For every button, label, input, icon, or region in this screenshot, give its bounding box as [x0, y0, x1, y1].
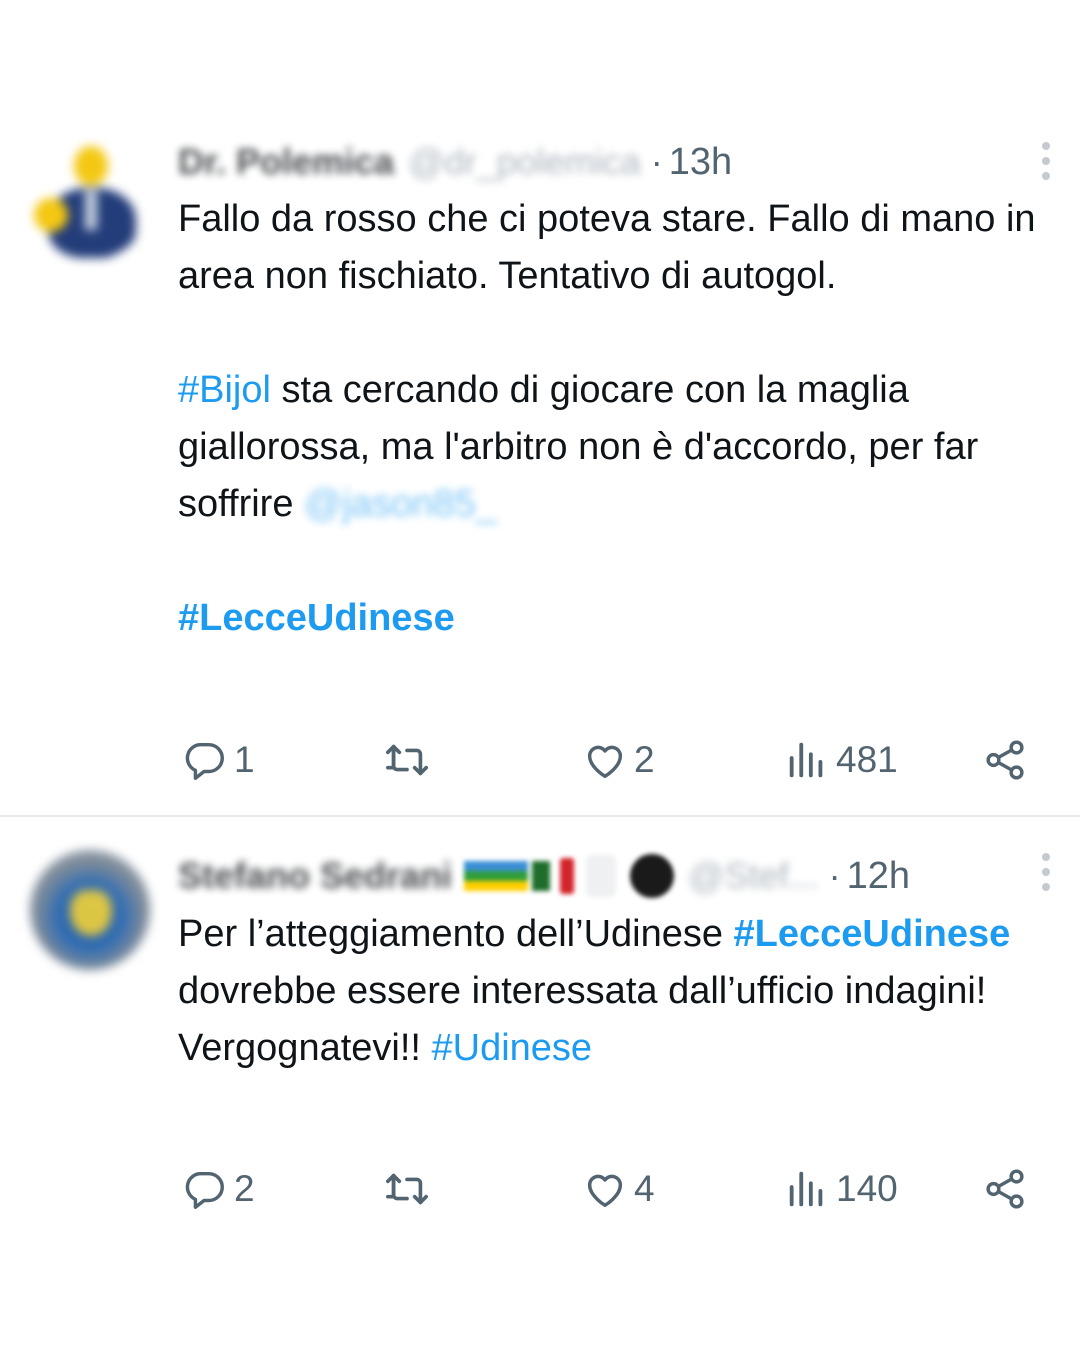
repost-icon	[386, 1173, 428, 1205]
like-icon	[587, 745, 623, 779]
hashtag-link[interactable]: #Udinese	[432, 1027, 593, 1069]
share-button[interactable]	[982, 732, 1028, 788]
avatar[interactable]	[30, 850, 150, 970]
reply-count: 2	[234, 1168, 255, 1209]
separator-dot: ·	[650, 141, 663, 182]
mention-link[interactable]: @jason85_	[304, 483, 497, 525]
like-icon	[587, 1174, 623, 1208]
like-button[interactable]: 4	[582, 1161, 655, 1217]
share-icon	[986, 740, 1024, 780]
share-button[interactable]	[982, 1161, 1028, 1217]
timestamp[interactable]: 13h	[669, 141, 732, 184]
author-handle[interactable]: @Stef...	[688, 855, 819, 897]
tweet-text-body: Fallo da rosso che ci poteva stare. Fall…	[178, 198, 1036, 297]
tweet-header: Stefano Sedrani @Stef... · 12h	[178, 854, 910, 898]
views-count: 140	[836, 1168, 898, 1209]
like-count: 2	[634, 739, 655, 780]
views-button[interactable]: 481	[784, 732, 898, 788]
like-button[interactable]: 2	[582, 732, 655, 788]
reply-icon	[185, 1171, 224, 1209]
action-bar: 1 2 481	[0, 732, 1080, 788]
author-name[interactable]: Stefano Sedrani	[178, 855, 452, 897]
repost-button[interactable]	[382, 732, 438, 788]
reply-icon	[185, 742, 224, 780]
author-handle[interactable]: @dr_polemica	[408, 141, 641, 183]
tweet-text-body: Per l’atteggiamento dell’Udinese	[178, 913, 734, 955]
repost-button[interactable]	[382, 1161, 438, 1217]
separator-dot: ·	[828, 855, 841, 896]
tweet[interactable]: Dr. Polemica @dr_polemica · 13h Fallo da…	[0, 110, 1080, 815]
tweet-text: Fallo da rosso che ci poteva stare. Fall…	[178, 191, 1058, 647]
hashtag-link[interactable]: #LecceUdinese	[734, 913, 1011, 955]
views-button[interactable]: 140	[784, 1161, 898, 1217]
tweet[interactable]: Stefano Sedrani @Stef... · 12h Per l’att…	[0, 817, 1080, 1237]
profile-emoji-flags	[464, 854, 675, 898]
views-count: 481	[836, 739, 898, 780]
more-options-icon[interactable]	[1040, 142, 1052, 182]
timestamp[interactable]: 12h	[847, 855, 910, 898]
repost-icon	[386, 744, 428, 776]
action-bar: 2 4 140	[0, 1161, 1080, 1217]
hashtag-link[interactable]: #LecceUdinese	[178, 597, 455, 639]
avatar[interactable]	[30, 140, 150, 260]
reply-count: 1	[234, 739, 255, 780]
reply-button[interactable]: 2	[182, 1161, 255, 1217]
tweet-text: Per l’atteggiamento dell’Udinese #LecceU…	[178, 906, 1058, 1077]
hashtag-link[interactable]: #Bijol	[178, 369, 271, 411]
author-name[interactable]: Dr. Polemica	[178, 141, 394, 183]
views-icon	[789, 1171, 823, 1207]
like-count: 4	[634, 1168, 655, 1209]
tweet-text-body: sta cercando di giocare con la maglia gi…	[178, 369, 979, 525]
share-icon	[986, 1169, 1024, 1209]
tweet-header: Dr. Polemica @dr_polemica · 13h	[178, 140, 732, 184]
reply-button[interactable]: 1	[182, 732, 255, 788]
more-options-icon[interactable]	[1040, 853, 1052, 893]
views-icon	[789, 742, 823, 778]
